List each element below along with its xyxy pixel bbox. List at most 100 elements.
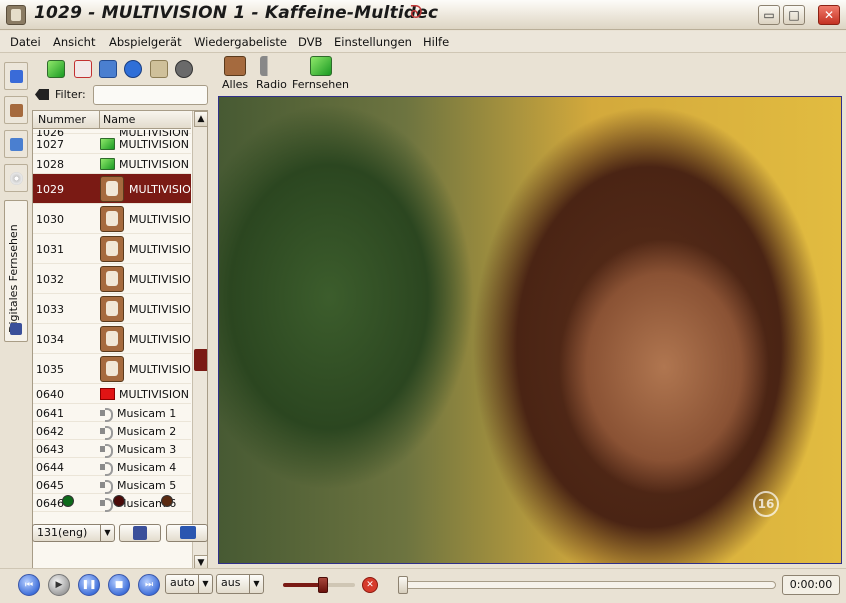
scroll-thumb[interactable]: [194, 349, 207, 371]
channel-row[interactable]: 1029 MULTIVISION: [33, 174, 191, 204]
column-header-name[interactable]: Name: [103, 113, 135, 126]
channel-name: MULTIVISION: [119, 138, 190, 151]
kaffeine-icon: [100, 296, 124, 322]
menu-bar: Datei Ansicht Abspielgerät Wiedergabelis…: [0, 31, 846, 53]
menu-wiedergabeliste[interactable]: Wiedergabeliste: [194, 35, 287, 49]
channel-number: 0642: [36, 425, 64, 438]
channel-row[interactable]: 0642 Musicam 2: [33, 422, 191, 440]
next-button[interactable]: ⏭: [138, 574, 160, 596]
aspect-ratio-select[interactable]: auto ▼: [165, 574, 213, 594]
channel-number: 1031: [36, 243, 64, 256]
playlist-icon: [10, 138, 23, 151]
filter-input[interactable]: [93, 85, 208, 105]
channel-name: MULTIVISION: [129, 363, 191, 376]
channel-name: MULTIVISION: [129, 213, 191, 226]
speaker-icon: [100, 443, 114, 458]
channel-row[interactable]: 0640 MULTIVISION: [33, 384, 191, 404]
channel-name: Musicam 4: [117, 461, 177, 474]
channel-name: MULTIVISION: [129, 243, 191, 256]
tv-icon[interactable]: [47, 60, 65, 78]
kaffeine-icon: [100, 266, 124, 292]
channel-row[interactable]: 0643 Musicam 3: [33, 440, 191, 458]
channel-name: MULTIVISION: [119, 388, 190, 401]
video-display[interactable]: 16: [218, 96, 842, 564]
menu-einstellungen[interactable]: Einstellungen: [334, 35, 412, 49]
seek-slider[interactable]: [398, 581, 776, 589]
category-fernsehen[interactable]: Fernsehen: [292, 56, 349, 91]
menu-abspielgeraet[interactable]: Abspielgerät: [109, 35, 182, 49]
channel-row[interactable]: 1031 MULTIVISION: [33, 234, 191, 264]
menu-ansicht[interactable]: Ansicht: [53, 35, 95, 49]
maximize-button[interactable]: □: [783, 5, 805, 25]
channel-row[interactable]: 1030 MULTIVISION: [33, 204, 191, 234]
channel-number: 1034: [36, 333, 64, 346]
mute-icon[interactable]: ✕: [362, 577, 378, 593]
led-green-icon: [62, 495, 74, 507]
deinterlace-select[interactable]: aus ▼: [216, 574, 264, 594]
pause-button[interactable]: ❚❚: [78, 574, 100, 596]
channel-name: MULTIVISION: [129, 303, 191, 316]
save-button[interactable]: [119, 524, 161, 542]
speaker-icon: [260, 56, 283, 76]
channel-row[interactable]: 1035 MULTIVISION: [33, 354, 191, 384]
channel-row[interactable]: 1028 MULTIVISION: [33, 154, 191, 174]
channel-row[interactable]: 0644 Musicam 4: [33, 458, 191, 476]
channel-list-scrollbar[interactable]: ▲ ▼: [192, 111, 207, 573]
audio-track-value: 131(eng): [37, 526, 88, 539]
channel-name: MULTIVISION: [129, 183, 191, 196]
scroll-up-arrow[interactable]: ▲: [194, 111, 207, 127]
channel-name: Musicam 1: [117, 407, 177, 420]
close-button[interactable]: ✕: [818, 5, 840, 25]
channel-number: 1035: [36, 363, 64, 376]
led-red-icon: [113, 495, 125, 507]
tab-player[interactable]: [4, 96, 28, 124]
chevron-down-icon: ▼: [100, 525, 114, 541]
stop-button[interactable]: ■: [108, 574, 130, 596]
seek-knob[interactable]: [398, 576, 408, 594]
tab-digital-tv[interactable]: Digitales Fernsehen: [4, 200, 28, 342]
menu-hilfe[interactable]: Hilfe: [423, 35, 449, 49]
minimize-button[interactable]: ▭: [758, 5, 780, 25]
refresh-icon[interactable]: [175, 60, 193, 78]
clear-filter-icon[interactable]: [35, 89, 49, 100]
tv-icon: [100, 158, 115, 170]
channel-row[interactable]: 0645 Musicam 5: [33, 476, 191, 494]
audio-track-select[interactable]: 131(eng) ▼: [32, 524, 115, 542]
channel-name: MULTIVISION: [119, 158, 190, 171]
category-alles-label: Alles: [222, 78, 249, 91]
channel-name: MULTIVISION: [129, 333, 191, 346]
tab-playlist[interactable]: [4, 130, 28, 158]
channel-number: 1028: [36, 158, 64, 171]
channel-row[interactable]: 1027 MULTIVISION: [33, 134, 191, 154]
channel-name: Musicam 5: [117, 479, 177, 492]
category-toolbar: Alles Radio Fernsehen: [218, 56, 844, 94]
channel-row[interactable]: 0641 Musicam 1: [33, 404, 191, 422]
wrench-icon[interactable]: [150, 60, 168, 78]
play-button[interactable]: ▶: [48, 574, 70, 596]
channel-row[interactable]: 1032 MULTIVISION: [33, 264, 191, 294]
column-header-nummer[interactable]: Nummer: [38, 113, 86, 126]
tab-disc[interactable]: [4, 164, 28, 192]
previous-button[interactable]: ⏮: [18, 574, 40, 596]
category-alles[interactable]: Alles: [222, 56, 248, 91]
recording-schedule-icon[interactable]: [74, 60, 92, 78]
channel-panel: Filter: Nummer Name 1026 MULTIVISION 1027 M…: [29, 56, 211, 574]
tab-start[interactable]: [4, 62, 28, 90]
info-icon[interactable]: [124, 60, 142, 78]
channel-name: Musicam 3: [117, 443, 177, 456]
menu-datei[interactable]: Datei: [10, 35, 41, 49]
category-radio[interactable]: Radio: [256, 56, 287, 91]
title-bar: 1029 - MULTIVISION 1 - Kaffeine-Multidec…: [0, 0, 846, 30]
menu-dvb[interactable]: DVB: [298, 35, 322, 49]
channel-rows: 1026 MULTIVISION 1027 MULTIVISION 1028 MULTIV…: [33, 130, 191, 573]
volume-knob[interactable]: [318, 577, 328, 593]
chevron-down-icon: ▼: [198, 575, 212, 593]
category-fernsehen-label: Fernsehen: [292, 78, 350, 91]
channel-row[interactable]: 1033 MULTIVISION: [33, 294, 191, 324]
channel-number: 1027: [36, 138, 64, 151]
kaffeine-icon: [100, 176, 124, 202]
broadcast-button[interactable]: [166, 524, 208, 542]
kaffeine-app-icon[interactable]: [6, 5, 26, 25]
channel-row[interactable]: 1034 MULTIVISION: [33, 324, 191, 354]
list-icon[interactable]: [99, 60, 117, 78]
